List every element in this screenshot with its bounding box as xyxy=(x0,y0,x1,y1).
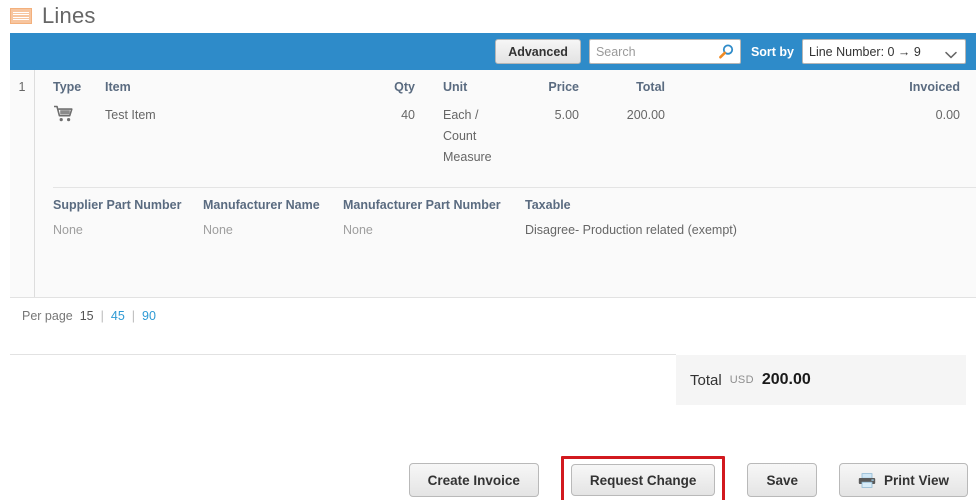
per-page-label: Per page xyxy=(22,309,73,323)
total-panel: Total USD 200.00 xyxy=(676,355,966,405)
request-change-highlight: Request Change xyxy=(560,456,726,500)
column-header-unit: Unit xyxy=(443,80,468,94)
shopping-cart-icon xyxy=(53,105,75,123)
search-icon[interactable] xyxy=(717,43,735,61)
column-manufacturer-name: Manufacturer Name None xyxy=(203,198,343,237)
column-supplier-part-number: Supplier Part Number None xyxy=(53,198,203,237)
request-change-button[interactable]: Request Change xyxy=(570,464,716,496)
column-unit: Unit Each / Count Measure xyxy=(415,80,495,168)
column-header-taxable: Taxable xyxy=(525,198,571,212)
column-header-invoiced: Invoiced xyxy=(909,80,960,94)
line-item-body: Type Item Test Item Qty 40 Unit Each / C… xyxy=(35,70,976,297)
column-header-price: Price xyxy=(548,80,579,94)
chevron-down-icon[interactable] xyxy=(945,48,957,62)
search-input[interactable] xyxy=(589,40,708,63)
line-item-unit-value: Each / Count Measure xyxy=(443,108,492,164)
column-taxable: Taxable Disagree- Production related (ex… xyxy=(525,198,960,237)
per-page-separator-2: | xyxy=(131,309,136,323)
print-view-button[interactable]: Print View xyxy=(838,463,968,497)
sort-by-select[interactable]: Line Number: 0 → 9 xyxy=(802,39,966,64)
per-page-15[interactable]: 15 xyxy=(80,309,94,323)
column-header-item: Item xyxy=(105,80,131,94)
column-item: Item Test Item xyxy=(105,80,355,126)
printer-icon xyxy=(858,472,876,488)
line-number: 1 xyxy=(10,70,35,297)
total-currency: USD xyxy=(729,374,754,386)
advanced-button[interactable]: Advanced xyxy=(495,39,581,64)
lines-page: Lines Advanced Sort by Line Number: 0 → … xyxy=(0,0,976,500)
line-item-price-value: 5.00 xyxy=(554,108,579,122)
column-price: Price 5.00 xyxy=(495,80,579,126)
column-header-manufacturer-name: Manufacturer Name xyxy=(203,198,320,212)
column-type: Type xyxy=(53,80,105,130)
line-item-primary-fields: Type Item Test Item Qty 40 Unit Each / C… xyxy=(53,80,960,168)
column-total: Total 200.00 xyxy=(579,80,665,126)
line-item-item-value: Test Item xyxy=(105,108,156,122)
line-item-total-value: 200.00 xyxy=(626,108,665,122)
column-header-qty: Qty xyxy=(394,80,415,94)
total-amount: 200.00 xyxy=(761,371,811,388)
footer-actions: Create Invoice Request Change Save Print… xyxy=(408,456,968,500)
pagination: Per page 15 | 45 | 90 xyxy=(22,309,156,323)
save-button[interactable]: Save xyxy=(747,463,817,497)
manufacturer-part-number-value: None xyxy=(343,223,373,237)
line-item-qty-value: 40 xyxy=(401,108,415,122)
line-item-divider xyxy=(53,187,976,188)
sort-by-label: Sort by xyxy=(750,44,794,59)
manufacturer-name-value: None xyxy=(203,223,233,237)
line-item-invoiced-link[interactable]: 0.00 xyxy=(665,105,960,126)
line-item-row: 1 Type Item Test Item Qty 40 Unit Each /… xyxy=(10,70,976,298)
footer-divider xyxy=(10,354,676,355)
per-page-90[interactable]: 90 xyxy=(142,309,156,323)
line-item-secondary-fields: Supplier Part Number None Manufacturer N… xyxy=(53,168,960,237)
column-invoiced: Invoiced 0.00 xyxy=(665,80,960,126)
column-manufacturer-part-number: Manufacturer Part Number None xyxy=(343,198,525,237)
create-invoice-button[interactable]: Create Invoice xyxy=(408,463,539,497)
sort-by-selected-value: Line Number: 0 → 9 xyxy=(809,44,921,59)
search-field-wrapper[interactable] xyxy=(588,39,741,64)
lines-toolbar: Advanced Sort by Line Number: 0 → 9 xyxy=(10,33,976,70)
taxable-value: Disagree- Production related (exempt) xyxy=(525,223,737,237)
supplier-part-number-value: None xyxy=(53,223,83,237)
per-page-separator-1: | xyxy=(100,309,104,323)
column-qty: Qty 40 xyxy=(355,80,415,126)
column-header-supplier-part-number: Supplier Part Number xyxy=(53,198,182,212)
line-item-type-value xyxy=(53,105,105,130)
lines-icon xyxy=(10,8,32,24)
page-title: Lines xyxy=(42,3,96,28)
total-label: Total xyxy=(690,371,722,389)
per-page-45[interactable]: 45 xyxy=(111,309,125,323)
column-header-total: Total xyxy=(636,80,665,94)
section-header: Lines xyxy=(0,0,96,32)
column-header-type: Type xyxy=(53,80,82,94)
column-header-manufacturer-part-number: Manufacturer Part Number xyxy=(343,198,501,212)
print-view-label: Print View xyxy=(883,472,949,488)
